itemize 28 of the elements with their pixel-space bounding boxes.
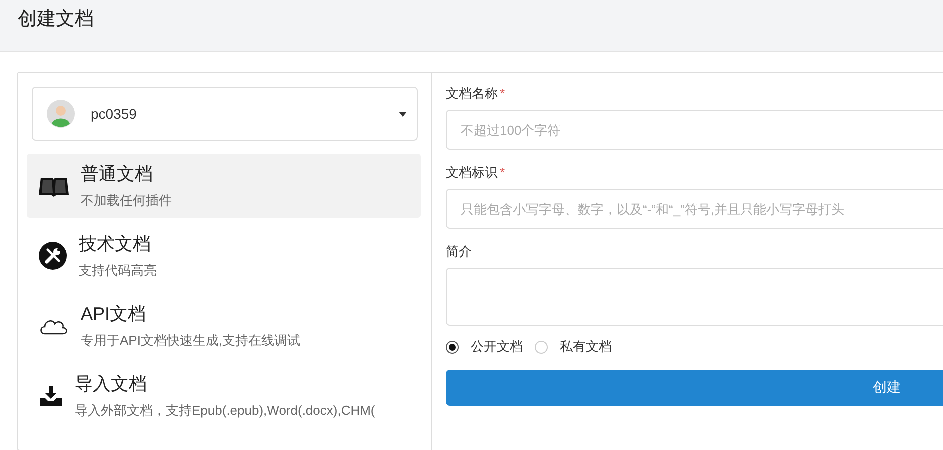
caret-icon [399, 112, 407, 116]
visibility-radio[interactable]: 私有文档 [535, 338, 612, 356]
doc-type-description: 导入外部文档，支持Epub(.epub),Word(.docx),CHM( [75, 402, 376, 420]
book-icon [39, 175, 69, 197]
doc-type-item[interactable]: API文档 专用于API文档快速生成,支持在线调试 [27, 294, 421, 358]
doc-type-title: 导入文档 [75, 373, 148, 396]
doc-type-title: API文档 [81, 303, 148, 326]
avatar-icon [47, 100, 75, 128]
input-field[interactable]: 只能包含小写字母、数字，以及“-”和“_”符号,并且只能小写字母打头 [446, 189, 943, 229]
field-label: 文档名称* [446, 85, 506, 103]
field-label: 文档标识* [446, 164, 506, 182]
doc-type-item[interactable]: 普通文档 不加载任何插件 [27, 154, 421, 218]
create-button[interactable]: 创建 [446, 370, 943, 406]
account-select[interactable]: pc0359 [32, 87, 418, 141]
doc-type-description: 专用于API文档快速生成,支持在线调试 [81, 332, 301, 350]
doc-type-item[interactable]: 技术文档 支持代码高亮 [27, 224, 421, 288]
field-label: 简介 [446, 243, 473, 261]
visibility-radio[interactable]: 公开文档 [446, 338, 523, 356]
doc-type-description: 支持代码高亮 [79, 262, 157, 280]
doc-type-title: 技术文档 [79, 233, 152, 256]
download-icon [39, 385, 63, 407]
doc-type-item[interactable]: 导入文档 导入外部文档，支持Epub(.epub),Word(.docx),CHM( [27, 364, 421, 428]
page-title: 创建文档 [18, 9, 94, 30]
radio-icon[interactable] [446, 340, 459, 354]
input-field[interactable]: 不超过100个字符 [446, 110, 943, 150]
tools-icon [39, 242, 67, 270]
doc-type-title: 普通文档 [81, 163, 154, 186]
doc-type-description: 不加载任何插件 [81, 192, 172, 210]
